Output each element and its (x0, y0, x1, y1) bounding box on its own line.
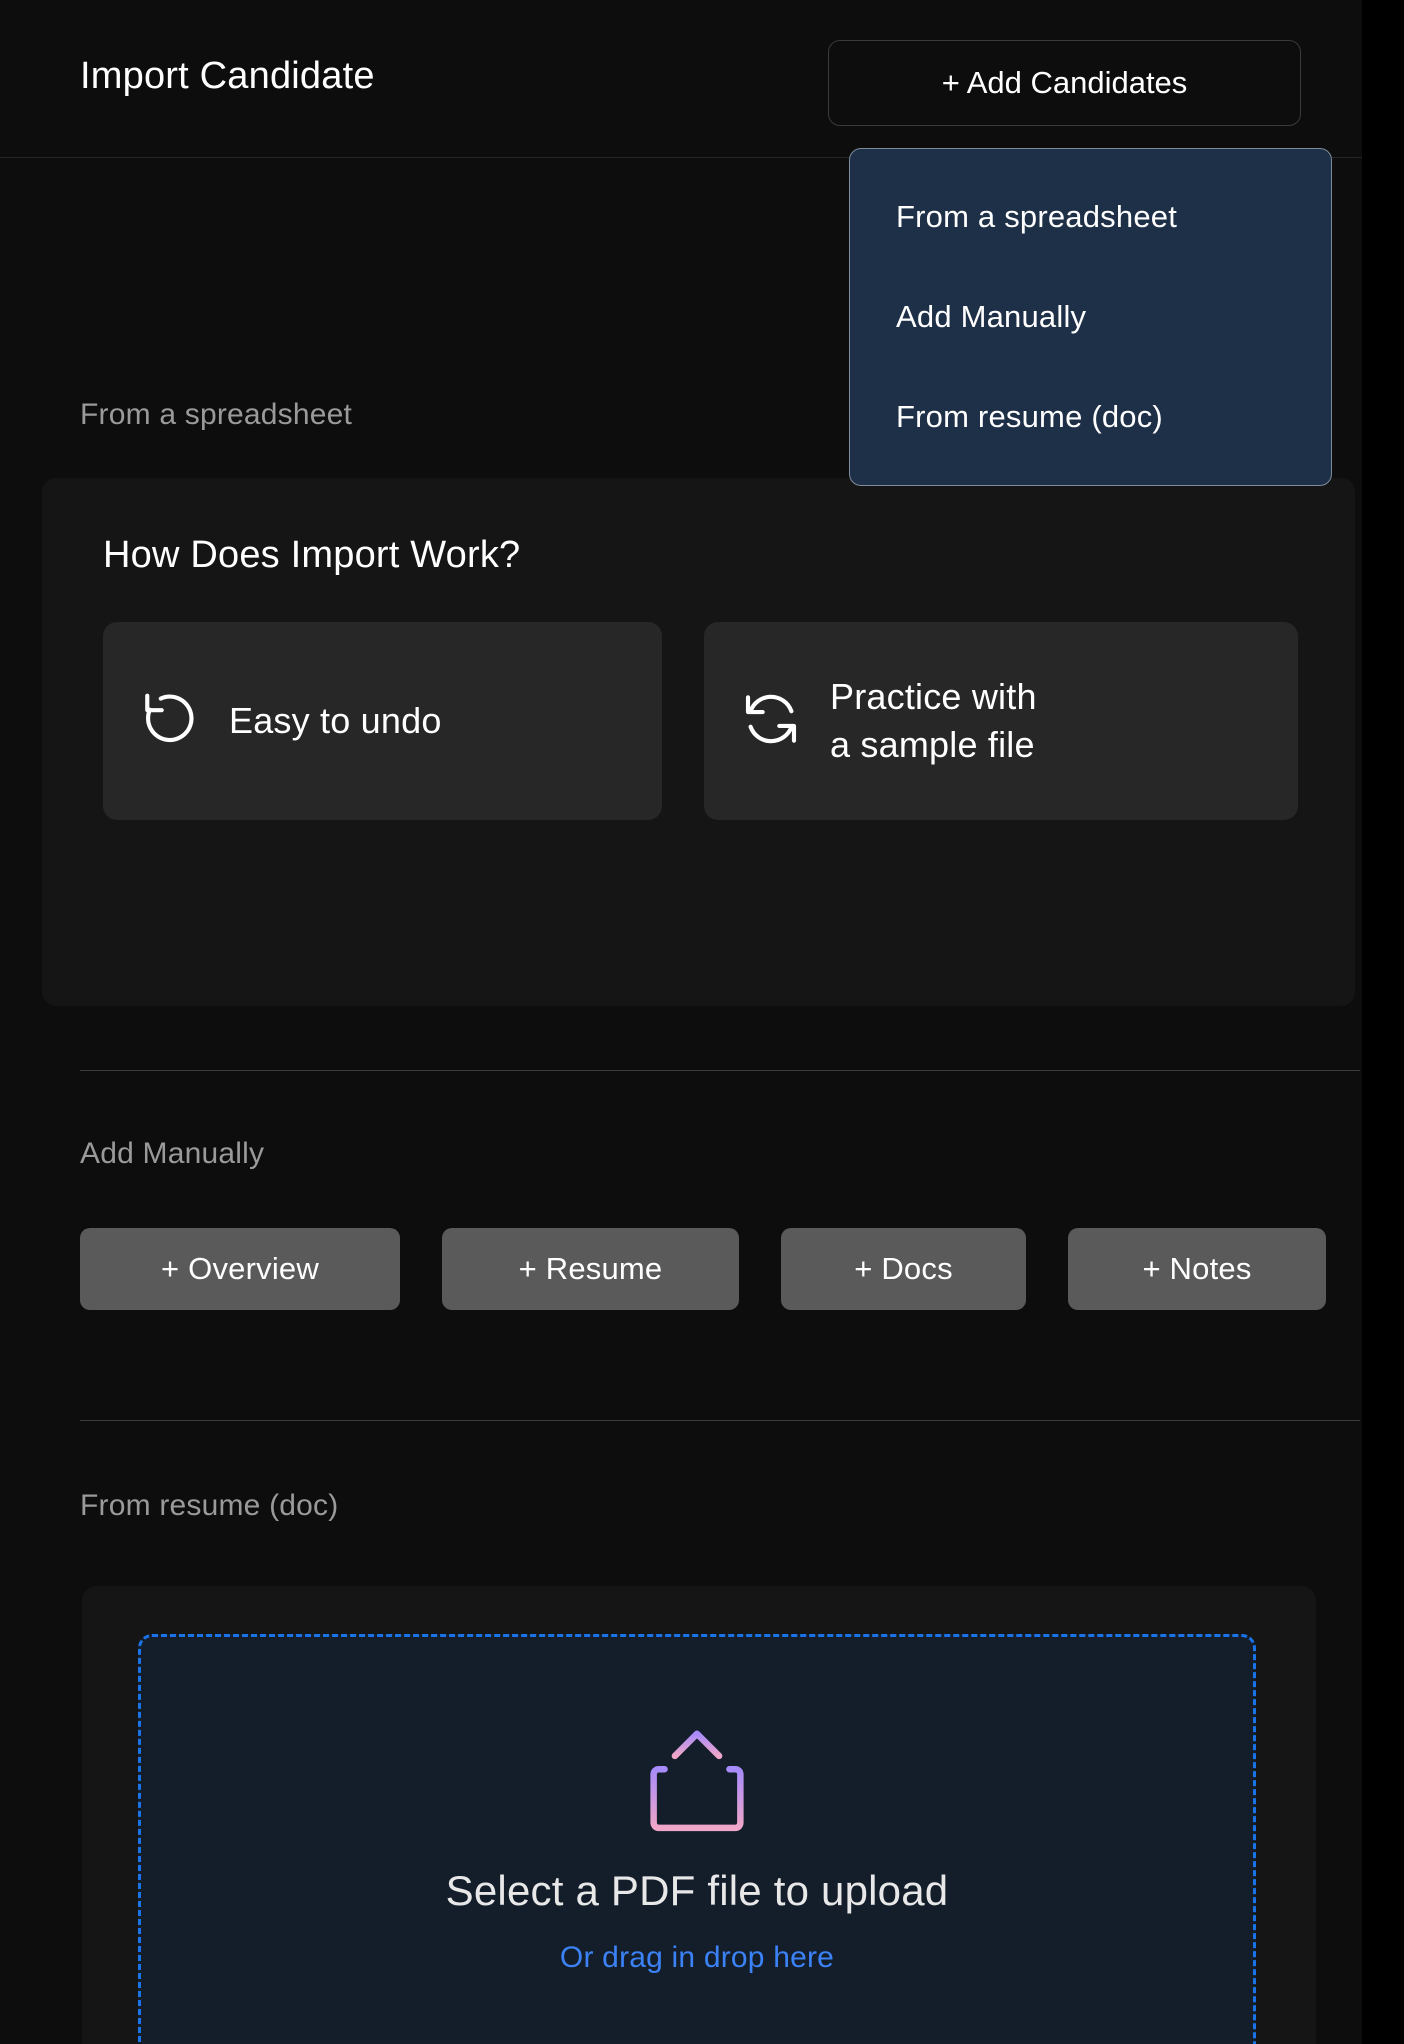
add-notes-button[interactable]: + Notes (1068, 1228, 1326, 1310)
pdf-dropzone[interactable]: Select a PDF file to upload Or drag in d… (138, 1634, 1256, 2044)
dropdown-item-add-manually[interactable]: Add Manually (850, 279, 1331, 355)
dropzone-drag-drop-link[interactable]: Or drag in drop here (560, 1941, 834, 1975)
add-overview-button[interactable]: + Overview (80, 1228, 400, 1310)
import-card-title: How Does Import Work? (103, 534, 521, 576)
dropdown-item-from-resume[interactable]: From resume (doc) (850, 379, 1331, 455)
add-resume-button[interactable]: + Resume (442, 1228, 739, 1310)
undo-icon (139, 688, 201, 755)
divider-2 (80, 1420, 1360, 1421)
feature-label-practice-sample-file: Practice with a sample file (830, 673, 1037, 768)
feature-row: Easy to undo Practice with a sample file (103, 622, 1298, 820)
page-header: Import Candidate + Add Candidates (0, 0, 1362, 158)
add-candidates-button[interactable]: + Add Candidates (828, 40, 1301, 126)
resume-upload-card: Select a PDF file to upload Or drag in d… (82, 1586, 1316, 2044)
sync-icon (740, 688, 802, 755)
page-title: Import Candidate (80, 55, 375, 97)
feature-label-easy-to-undo: Easy to undo (229, 700, 442, 742)
section-label-from-resume: From resume (doc) (80, 1489, 339, 1522)
upload-share-icon (643, 1722, 751, 1845)
divider-1 (80, 1070, 1360, 1071)
feature-label-line-2: a sample file (830, 724, 1035, 765)
dropdown-item-from-spreadsheet[interactable]: From a spreadsheet (850, 179, 1331, 255)
import-candidate-screen: Import Candidate + Add Candidates From a… (0, 0, 1404, 2044)
dropzone-title: Select a PDF file to upload (445, 1866, 949, 1914)
add-docs-button[interactable]: + Docs (781, 1228, 1026, 1310)
feature-card-easy-to-undo[interactable]: Easy to undo (103, 622, 662, 820)
right-gutter (1362, 0, 1404, 2044)
import-info-card: How Does Import Work? Easy to undo Pract… (42, 478, 1355, 1006)
feature-label-line-1: Practice with (830, 676, 1037, 718)
feature-card-practice-sample-file[interactable]: Practice with a sample file (704, 622, 1298, 820)
manual-add-button-group: + Overview + Resume + Docs + Notes (80, 1228, 1326, 1310)
section-label-add-manually: Add Manually (80, 1137, 265, 1170)
section-label-spreadsheet: From a spreadsheet (80, 398, 353, 431)
add-candidates-dropdown-menu: From a spreadsheet Add Manually From res… (849, 148, 1332, 486)
